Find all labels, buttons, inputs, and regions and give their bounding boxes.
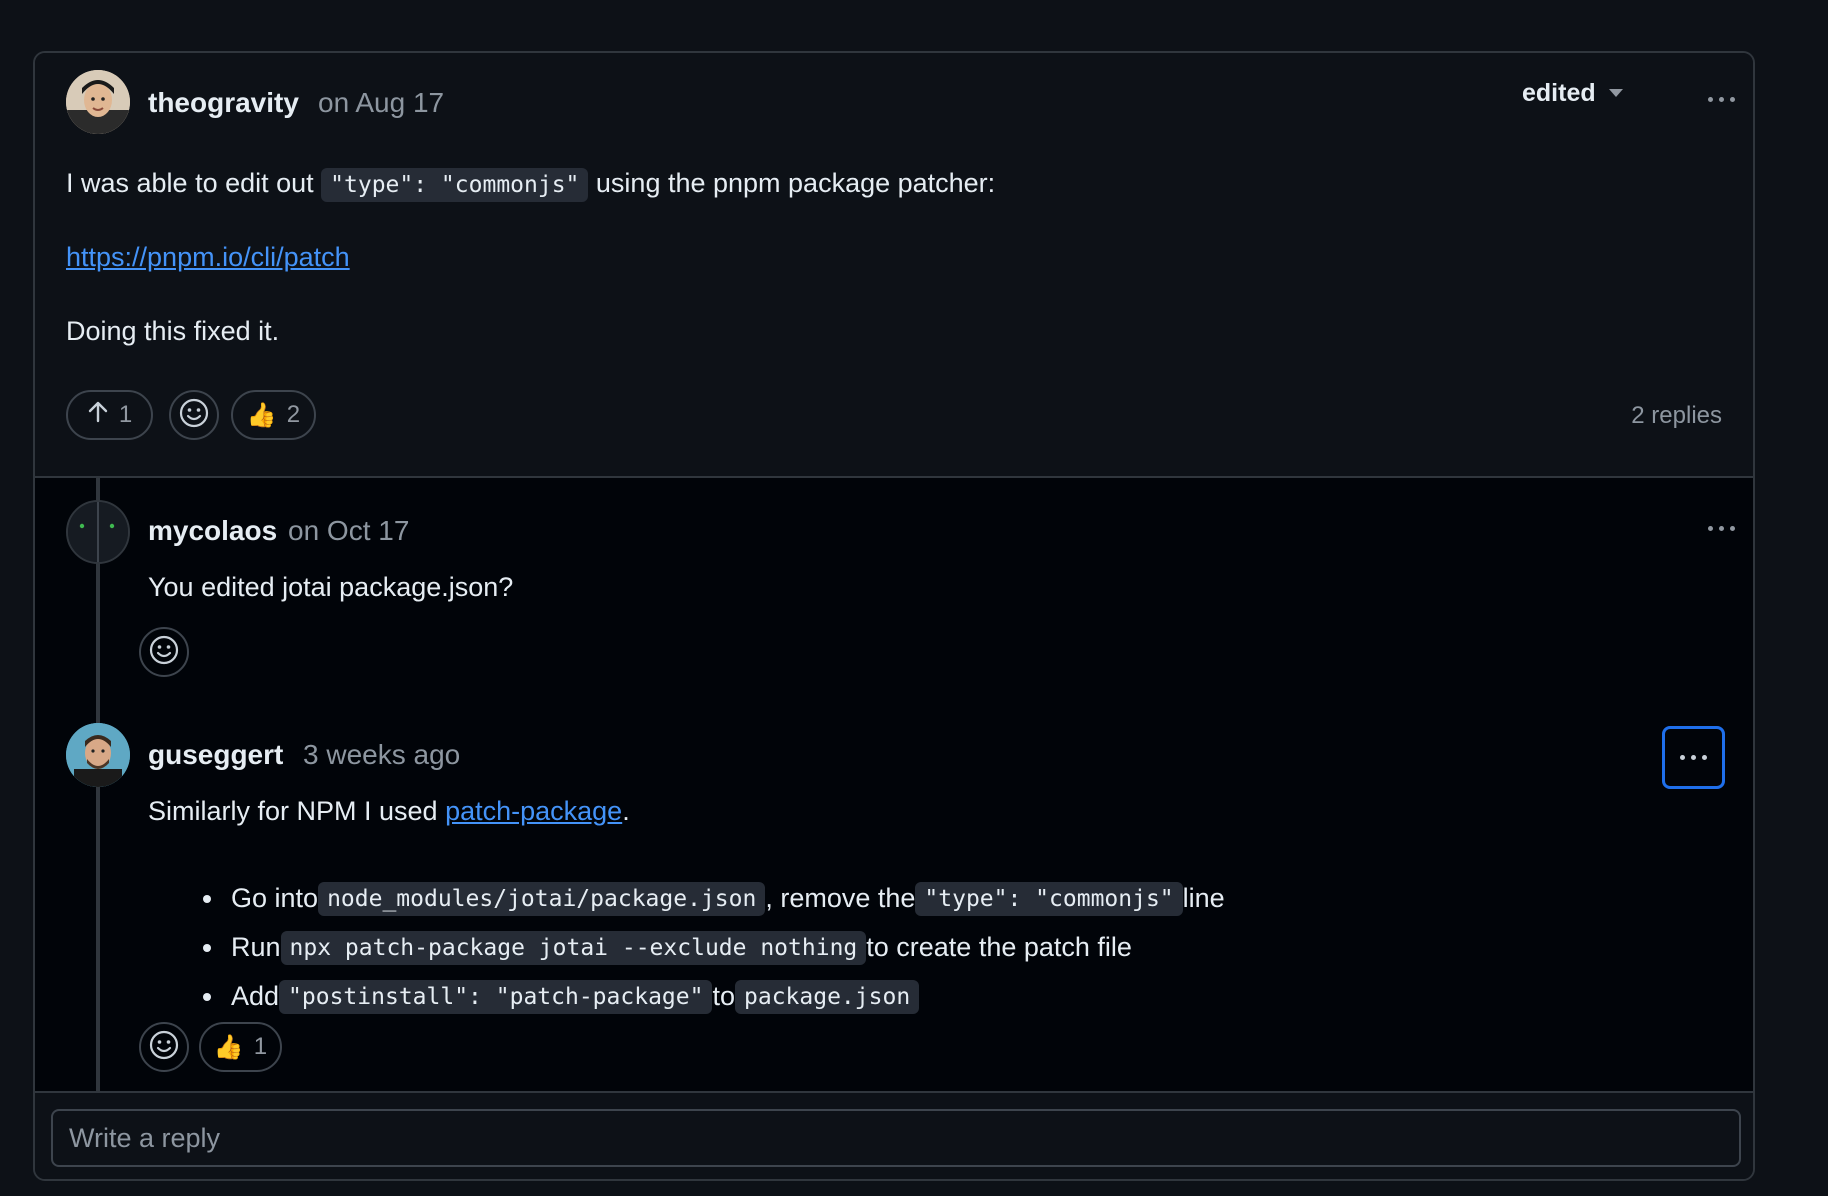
reply-body: You edited jotai package.json? [148, 572, 514, 602]
comment-text: using the pnpm package patcher: [588, 168, 996, 198]
steps-list: Go into node_modules/jotai/package.json … [195, 874, 1225, 1021]
replies-count: 2 replies [1631, 402, 1722, 429]
step-text: , remove the [765, 883, 916, 913]
list-item: Run npx patch-package jotai --exclude no… [195, 923, 1225, 972]
pnpm-patch-link[interactable]: https://pnpm.io/cli/patch [66, 242, 350, 272]
list-item: Go into node_modules/jotai/package.json … [195, 874, 1225, 923]
thumbs-up-count: 2 [286, 401, 301, 428]
reply-timestamp[interactable]: 3 weeks ago [303, 739, 460, 771]
comment-body-line3: Doing this fixed it. [66, 316, 280, 346]
add-reaction-button[interactable] [139, 627, 189, 677]
kebab-horizontal-icon [1707, 96, 1713, 102]
avatar-guseggert[interactable] [66, 723, 130, 787]
add-reaction-button[interactable] [169, 390, 219, 440]
reply-text: . [622, 796, 630, 826]
reply-more-button[interactable] [1699, 518, 1743, 538]
step-text: to [712, 981, 735, 1011]
upvote-count: 1 [118, 401, 133, 428]
reply-box-area [35, 1091, 1753, 1179]
reply-input[interactable] [51, 1109, 1741, 1167]
replies-thread: mycolaos on Oct 17 You edited jotai pack… [35, 476, 1753, 1093]
step-text: line [1182, 883, 1225, 913]
avatar-mycolaos[interactable] [66, 500, 130, 564]
reply-timestamp[interactable]: on Oct 17 [288, 515, 409, 547]
thumbs-up-icon: 👍 [213, 1033, 244, 1061]
patch-package-link[interactable]: patch-package [445, 796, 622, 826]
edited-label: edited [1522, 79, 1596, 107]
smiley-icon [148, 1029, 180, 1066]
inline-code: node_modules/jotai/package.json [318, 881, 766, 916]
comment-author[interactable]: theogravity [148, 87, 299, 119]
arrow-up-icon [87, 401, 109, 430]
discussion-comment-card: theogravity on Aug 17 edited I was able … [33, 51, 1755, 1181]
thumbs-up-icon: 👍 [246, 401, 277, 429]
thumbs-up-count: 1 [253, 1033, 268, 1060]
kebab-horizontal-icon [1680, 755, 1685, 760]
inline-code: npx patch-package jotai --exclude nothin… [280, 930, 867, 965]
bullet [203, 992, 211, 1001]
kebab-horizontal-icon [1707, 525, 1713, 531]
bullet [203, 943, 211, 952]
reply-text: Similarly for NPM I used [148, 796, 446, 826]
inline-code: "postinstall": "patch-package" [279, 979, 713, 1014]
smiley-icon [148, 634, 180, 671]
list-item: Add "postinstall": "patch-package" to pa… [195, 972, 1225, 1021]
reply-author[interactable]: guseggert [148, 739, 283, 771]
edited-dropdown[interactable]: edited [1522, 79, 1624, 108]
thumbs-up-reaction[interactable]: 👍 1 [199, 1022, 282, 1072]
inline-code: "type": "commonjs" [321, 168, 589, 202]
reply-body: Similarly for NPM I used patch-package. [148, 796, 630, 827]
upvote-button[interactable]: 1 [66, 390, 153, 440]
smiley-icon [178, 397, 210, 434]
inline-code: package.json [735, 979, 920, 1014]
reply-author[interactable]: mycolaos [148, 515, 277, 547]
step-text: Run [231, 932, 281, 962]
comment-more-button[interactable] [1699, 89, 1743, 109]
triangle-down-icon [1608, 85, 1624, 103]
comment-body-link-line: https://pnpm.io/cli/patch [66, 242, 350, 273]
thumbs-up-reaction[interactable]: 👍 2 [231, 390, 316, 440]
add-reaction-button[interactable] [139, 1022, 189, 1072]
step-text: Go into [231, 883, 319, 913]
step-text: Add [231, 981, 280, 1011]
inline-code: "type": "commonjs" [915, 881, 1183, 916]
comment-body-line1: I was able to edit out "type": "commonjs… [66, 168, 996, 202]
step-text: to create the patch file [866, 932, 1132, 962]
avatar-theogravity[interactable] [66, 70, 130, 134]
comment-timestamp[interactable]: on Aug 17 [318, 87, 444, 119]
reply-more-button-focused[interactable] [1662, 726, 1725, 789]
comment-text: I was able to edit out [66, 168, 322, 198]
bullet [203, 894, 211, 903]
top-comment: theogravity on Aug 17 edited I was able … [35, 53, 1753, 475]
